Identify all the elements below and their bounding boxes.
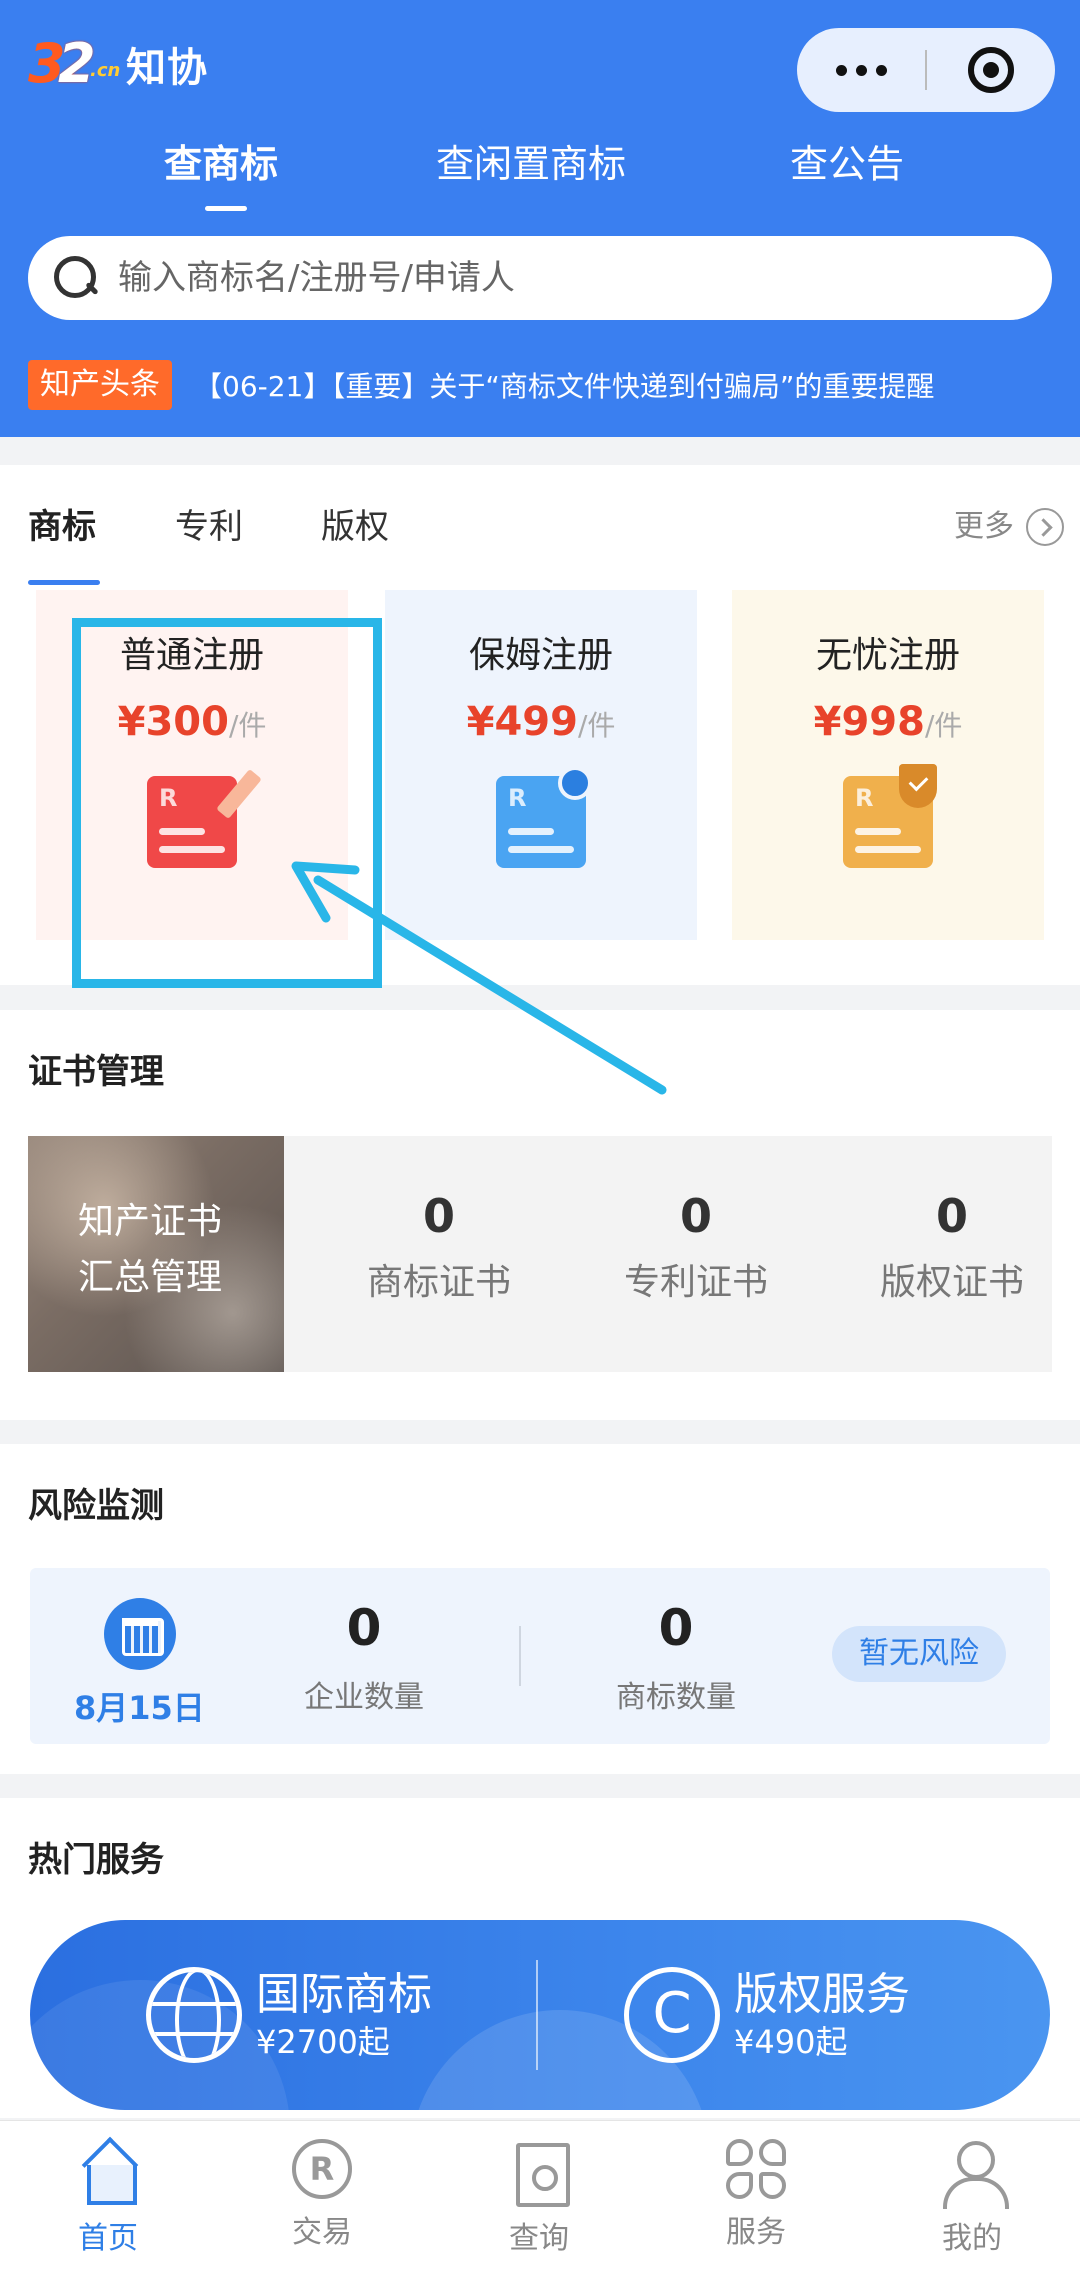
bottom-navigation: 首页 R 交易 查询 服务 我的 xyxy=(0,2120,1080,2270)
nav-trade[interactable]: R 交易 xyxy=(252,2139,392,2251)
pointer-arrow-icon xyxy=(291,861,667,1095)
user-icon xyxy=(939,2139,1009,2209)
nav-profile[interactable]: 我的 xyxy=(902,2139,1042,2257)
nav-query[interactable]: 查询 xyxy=(469,2139,609,2257)
nav-services[interactable]: 服务 xyxy=(686,2139,826,2251)
trademark-r-icon: R xyxy=(292,2139,352,2199)
nav-home[interactable]: 首页 xyxy=(38,2139,178,2257)
home-icon xyxy=(75,2139,141,2205)
services-grid-icon xyxy=(726,2139,786,2199)
document-search-icon xyxy=(506,2139,572,2207)
